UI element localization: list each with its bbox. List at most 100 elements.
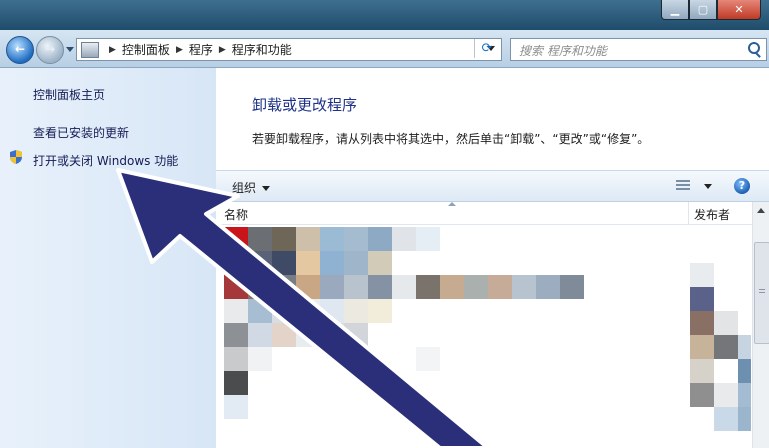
history-dropdown-icon[interactable]	[66, 47, 74, 52]
blurred-program-name	[512, 275, 536, 299]
blurred-program-name	[344, 227, 368, 251]
blurred-program-icon	[224, 323, 248, 347]
column-header-publisher[interactable]: 发布者	[694, 206, 730, 223]
shield-icon	[10, 150, 22, 164]
grip-icon	[759, 289, 765, 295]
blurred-program-icon	[224, 395, 248, 419]
list-header: 名称 发布者	[216, 202, 769, 225]
blurred-publisher	[714, 311, 738, 335]
blurred-program-name	[368, 251, 392, 275]
blurred-program-name	[296, 299, 320, 323]
blurred-program-name	[296, 275, 320, 299]
navigation-bar: ← → ▶ 控制面板 ▶ 程序 ▶ 程序和功能 ⟳ 搜索 程序和功能	[0, 30, 769, 68]
help-icon[interactable]: ?	[734, 178, 750, 194]
chevron-right-icon[interactable]: ▶	[219, 45, 226, 55]
chevron-right-icon[interactable]: ▶	[176, 45, 183, 55]
blurred-program-name	[248, 347, 272, 371]
blurred-program-name	[368, 275, 392, 299]
sidebar-item-windows-features[interactable]: 打开或关闭 Windows 功能	[33, 152, 178, 169]
blurred-program-name	[392, 227, 416, 251]
back-button[interactable]: ←	[6, 36, 34, 64]
blurred-program-icon	[224, 275, 248, 299]
blurred-program-name	[368, 227, 392, 251]
close-button[interactable]: ✕	[717, 0, 761, 20]
sidebar-item-view-installed-updates[interactable]: 查看已安装的更新	[33, 124, 129, 141]
blurred-program-name	[320, 299, 344, 323]
blurred-program-icon	[224, 347, 248, 371]
search-box[interactable]: 搜索 程序和功能	[510, 38, 767, 61]
chevron-right-icon[interactable]: ▶	[109, 45, 116, 55]
blurred-publisher	[738, 407, 751, 431]
blurred-program-name	[344, 251, 368, 275]
breadcrumb-control-panel[interactable]: 控制面板	[122, 41, 170, 58]
blurred-publisher	[738, 359, 751, 383]
blurred-program-name	[272, 299, 296, 323]
blurred-publisher	[714, 335, 738, 359]
blurred-program-icon	[224, 299, 248, 323]
blurred-publisher	[738, 335, 751, 359]
maximize-button[interactable]: ▢	[689, 0, 717, 20]
blurred-program-name	[272, 251, 296, 275]
chevron-down-icon	[262, 186, 271, 191]
blurred-program-name	[392, 275, 416, 299]
blurred-program-name	[320, 323, 344, 347]
blurred-program-name	[248, 299, 272, 323]
program-list[interactable]	[216, 225, 751, 448]
organize-label: 组织	[232, 181, 257, 195]
blurred-program-name	[344, 323, 368, 347]
blurred-publisher	[690, 263, 714, 287]
vertical-scrollbar[interactable]	[752, 202, 769, 448]
blurred-publisher	[690, 287, 714, 311]
column-divider[interactable]	[688, 202, 689, 224]
refresh-icon[interactable]: ⟳	[474, 39, 499, 58]
blurred-program-name	[416, 275, 440, 299]
main-content: 卸载或更改程序 若要卸载程序，请从列表中将其选中，然后单击“卸载”、“更改”或“…	[216, 68, 769, 448]
page-description: 若要卸载程序，请从列表中将其选中，然后单击“卸载”、“更改”或“修复”。	[252, 132, 650, 146]
breadcrumb-programs[interactable]: 程序	[189, 41, 213, 58]
blurred-program-name	[368, 299, 392, 323]
blurred-publisher	[714, 383, 738, 407]
blurred-publisher	[690, 359, 714, 383]
blurred-program-name	[272, 323, 296, 347]
scroll-thumb[interactable]	[754, 242, 769, 344]
blurred-program-name	[488, 275, 512, 299]
blurred-program-name	[560, 275, 584, 299]
blurred-publisher	[738, 383, 751, 407]
window-title-bar: ▁ ▢ ✕	[0, 0, 769, 30]
sort-ascending-icon	[448, 202, 456, 206]
blurred-publisher	[690, 383, 714, 407]
forward-button[interactable]: →	[36, 36, 64, 64]
scroll-up-icon[interactable]	[757, 208, 765, 213]
blurred-program-icon	[224, 251, 248, 275]
control-panel-icon	[81, 41, 99, 58]
sidebar-item-control-panel-home[interactable]: 控制面板主页	[33, 86, 105, 103]
blurred-program-name	[320, 275, 344, 299]
blurred-program-name	[416, 347, 440, 371]
blurred-program-icon	[224, 227, 248, 251]
organize-menu-button[interactable]: 组织	[232, 179, 271, 196]
blurred-program-name	[296, 227, 320, 251]
view-dropdown-icon[interactable]	[704, 184, 712, 189]
blurred-publisher	[714, 407, 738, 431]
address-bar[interactable]: ▶ 控制面板 ▶ 程序 ▶ 程序和功能	[76, 38, 502, 61]
command-toolbar: 组织 ?	[216, 170, 769, 202]
blurred-program-name	[320, 251, 344, 275]
blurred-program-name	[296, 251, 320, 275]
column-header-name[interactable]: 名称	[224, 206, 248, 223]
sidebar: 控制面板主页 查看已安装的更新 打开或关闭 Windows 功能	[0, 68, 216, 448]
page-title: 卸载或更改程序	[252, 96, 358, 114]
blurred-program-name	[248, 275, 272, 299]
breadcrumb-programs-and-features[interactable]: 程序和功能	[232, 41, 292, 58]
search-input[interactable]: 搜索 程序和功能	[519, 42, 607, 59]
blurred-program-name	[248, 227, 272, 251]
minimize-button[interactable]: ▁	[661, 0, 689, 20]
blurred-program-icon	[224, 371, 248, 395]
blurred-program-name	[296, 323, 320, 347]
blurred-program-name	[440, 275, 464, 299]
blurred-program-name	[344, 299, 368, 323]
window-controls: ▁ ▢ ✕	[661, 0, 761, 20]
view-options-icon[interactable]	[676, 180, 690, 191]
search-icon[interactable]	[748, 42, 760, 54]
blurred-program-name	[272, 227, 296, 251]
blurred-program-name	[272, 275, 296, 299]
